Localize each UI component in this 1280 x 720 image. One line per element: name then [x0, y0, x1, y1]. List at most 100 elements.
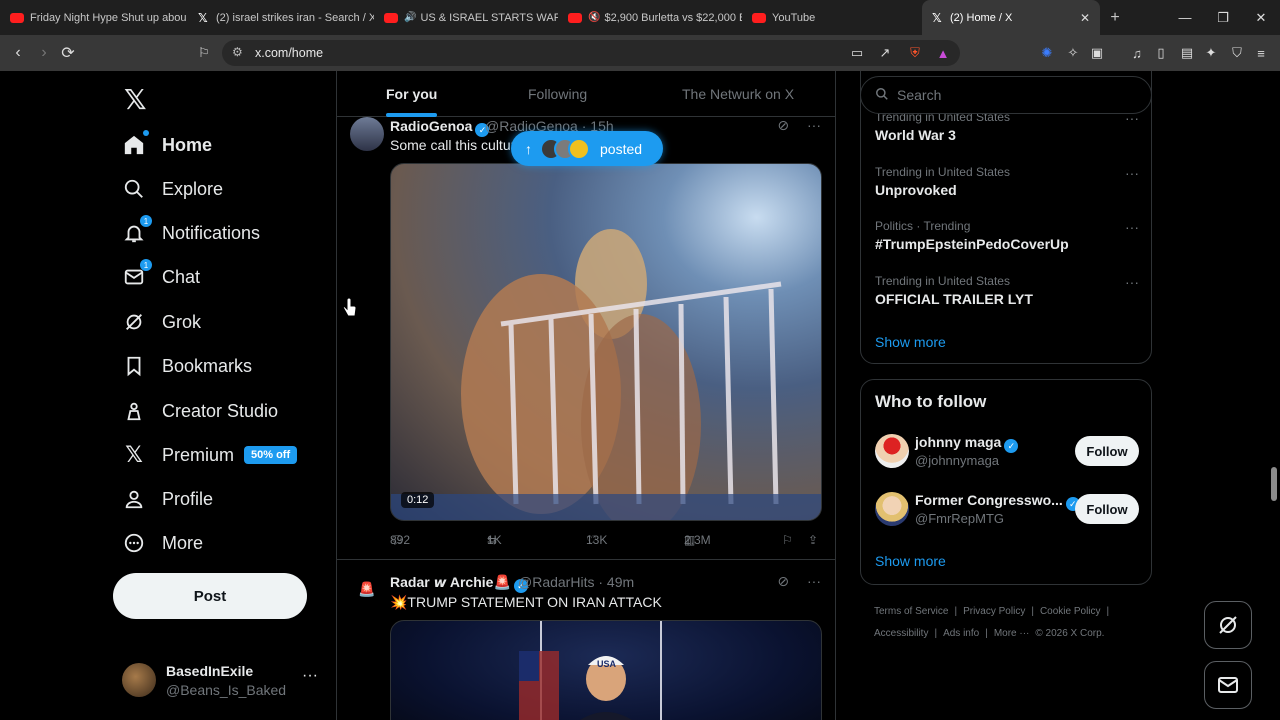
site-settings-icon[interactable]: ⚙ [232, 45, 243, 59]
restore-window-icon[interactable]: ❐ [1204, 0, 1242, 35]
x-icon: 𝕏 [125, 442, 143, 467]
close-window-icon[interactable]: ✕ [1242, 0, 1280, 35]
vpn-icon[interactable]: ⛉ [1228, 44, 1246, 62]
brave-rewards-icon[interactable]: ▲ [934, 44, 952, 62]
grok-icon[interactable]: ⊘ [777, 117, 789, 133]
footer-link[interactable]: Ads info [943, 628, 979, 639]
youtube-icon [568, 12, 582, 23]
creator-studio-icon [122, 399, 146, 423]
close-tab-icon[interactable]: ✕ [1080, 11, 1090, 25]
brave-shield-icon[interactable]: ⛨ [906, 44, 924, 62]
tab-for-you[interactable]: For you [386, 71, 438, 117]
trends-show-more-link[interactable]: Show more [875, 334, 946, 350]
trend-item[interactable]: Trending in United States OFFICIAL TRAIL… [875, 274, 1139, 307]
tweet-author-handle[interactable]: @RadarHits [518, 574, 594, 590]
browser-tab[interactable]: 𝕏 (2) israel strikes iran - Search / X [188, 0, 374, 35]
minimize-window-icon[interactable]: — [1166, 0, 1204, 35]
sidebar-icon[interactable]: ▯ [1152, 44, 1170, 62]
nav-notifications[interactable]: 1 Notifications [122, 213, 260, 253]
bookmark-page-icon[interactable]: ⚐ [190, 35, 218, 71]
menu-icon[interactable]: ≡ [1252, 44, 1270, 62]
search-input[interactable]: Search [860, 76, 1152, 114]
leo-ai-icon[interactable]: ✦ [1202, 44, 1220, 62]
trend-item[interactable]: Trending in United States World War 3 ··… [875, 110, 1139, 143]
follow-suggestion[interactable]: johnny maga ✓ @johnnymaga Follow [875, 434, 1139, 474]
tweet-text: Some call this culture [390, 137, 524, 153]
follow-suggestion[interactable]: Former Congresswo... ✓ @FmrRepMTG Follow [875, 492, 1139, 532]
nav-chat[interactable]: 1 Chat [122, 257, 200, 297]
nav-explore[interactable]: Explore [122, 169, 223, 209]
bookmark-icon[interactable]: ⚐ [782, 533, 793, 547]
x-logo-icon[interactable]: 𝕏 [124, 83, 147, 116]
nav-profile[interactable]: Profile [122, 479, 213, 519]
more-dots-icon[interactable]: ··· [807, 573, 821, 589]
browser-tab[interactable]: YouTube [742, 0, 922, 35]
avatar [568, 137, 590, 160]
person-icon [122, 487, 146, 511]
nav-home[interactable]: Home [122, 125, 212, 165]
browser-tab[interactable]: 🔊 US & ISRAEL STARTS WAR W [374, 0, 558, 35]
trend-item[interactable]: Trending in United States Unprovoked ··· [875, 165, 1139, 198]
nav-bookmarks[interactable]: Bookmarks [122, 346, 252, 386]
messages-fab-button[interactable] [1204, 661, 1252, 709]
tab-the-netwurk[interactable]: The Netwurk on X [682, 71, 794, 117]
puzzle-icon[interactable]: ✧ [1064, 44, 1082, 62]
tweet[interactable]: RadioGenoa ✓ @RadioGenoa · 15h ⊘ ··· Some… [337, 107, 835, 560]
follow-button[interactable]: Follow [1075, 494, 1139, 524]
copyright-text: © 2026 X Corp. [1035, 628, 1105, 639]
youtube-icon [752, 12, 766, 23]
browser-tab-active[interactable]: 𝕏 (2) Home / X ✕ [922, 0, 1100, 35]
tweet-timestamp[interactable]: 49m [607, 574, 634, 590]
nav-grok[interactable]: Grok [122, 302, 201, 342]
reload-icon[interactable]: ⟳ [54, 35, 82, 71]
more-dots-icon[interactable]: ··· [302, 667, 318, 685]
wallet-icon[interactable]: ▤ [1178, 44, 1196, 62]
tweet-author-name[interactable]: RadioGenoa [390, 118, 472, 134]
media-icon[interactable]: ▣ [1088, 44, 1106, 62]
nav-creator-studio[interactable]: Creator Studio [122, 391, 278, 431]
chat-count-badge: 1 [140, 259, 152, 271]
tab-following[interactable]: Following [528, 71, 587, 117]
nav-more[interactable]: More [122, 523, 203, 563]
footer-link[interactable]: Privacy Policy [963, 606, 1025, 617]
tweet-author-name[interactable]: Radar 𝙬 Archie🚨 [390, 574, 511, 590]
share-icon[interactable]: ⇪ [808, 533, 818, 547]
post-button[interactable]: Post [113, 573, 307, 619]
music-icon[interactable]: ♫ [1128, 44, 1146, 62]
tweet-video[interactable]: 0:12 [390, 163, 822, 521]
follow-button[interactable]: Follow [1075, 436, 1139, 466]
speaker-icon[interactable]: 🔊 [404, 12, 416, 23]
more-dots-icon[interactable]: ··· [1125, 219, 1139, 235]
account-switcher[interactable]: BasedInExile @Beans_Is_Baked ··· [122, 661, 322, 701]
footer-link[interactable]: Terms of Service [874, 606, 948, 617]
cast-icon[interactable]: ▭ [848, 44, 866, 62]
more-dots-icon[interactable]: ··· [1125, 274, 1139, 290]
who-to-follow-show-more-link[interactable]: Show more [875, 553, 946, 569]
who-to-follow-title: Who to follow [875, 392, 987, 411]
browser-tab[interactable]: Friday Night Hype Shut up abou [0, 0, 188, 35]
new-tab-button[interactable]: + [1100, 0, 1130, 35]
back-arrow-icon[interactable]: ‹ [4, 35, 32, 71]
grok-fab-button[interactable] [1204, 601, 1252, 649]
footer-link[interactable]: More ··· [994, 628, 1030, 639]
footer-link[interactable]: Accessibility [874, 628, 928, 639]
scrollbar-thumb[interactable] [1271, 467, 1277, 501]
extension-icon[interactable]: ✺ [1038, 44, 1056, 62]
muted-speaker-icon[interactable]: 🔇 [588, 12, 600, 23]
share-icon[interactable]: ↗ [876, 44, 894, 62]
nav-premium[interactable]: 𝕏 Premium 50% off [122, 435, 298, 475]
left-navigation: 𝕏 Home Explore 1 Notifications 1 Chat Gr… [110, 71, 336, 720]
tweet[interactable]: 🚨 Radar 𝙬 Archie🚨 ✓ @RadarHits · 49m ⊘ ··… [337, 561, 835, 720]
more-dots-icon[interactable]: ··· [1125, 165, 1139, 181]
mail-icon: 1 [122, 259, 152, 289]
more-dots-icon[interactable]: ··· [807, 117, 821, 133]
home-icon [122, 130, 149, 157]
page-scrollbar[interactable] [1268, 71, 1280, 720]
verified-badge-icon: ✓ [1004, 439, 1019, 453]
grok-icon[interactable]: ⊘ [777, 573, 789, 589]
trend-item[interactable]: Politics · Trending #TrumpEpsteinPedoCov… [875, 219, 1139, 252]
tweet-video[interactable]: USA [390, 620, 822, 720]
footer-link[interactable]: Cookie Policy [1040, 606, 1101, 617]
new-posts-pill[interactable]: ↑ posted [511, 131, 663, 166]
browser-tab[interactable]: 🔇 $2,900 Burletta vs $22,000 B [558, 0, 742, 35]
